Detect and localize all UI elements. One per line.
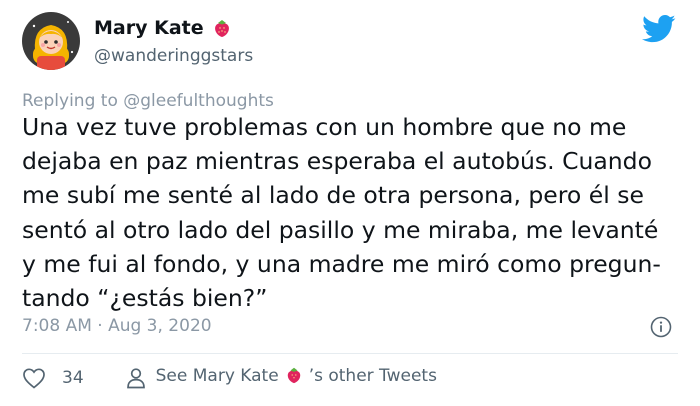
strawberry-icon [214, 20, 229, 37]
see-more-suffix: ’s other Tweets [308, 366, 437, 386]
tweet-line: Una vez tuve problemas con un hombre que… [22, 113, 627, 141]
reply-handle-link[interactable]: @gleefulthoughts [123, 91, 274, 111]
heart-icon [23, 367, 45, 389]
tweet-actions: 34 See Mary Kate ’s other Tweets [22, 366, 437, 389]
tweet-text: Una vez tuve problemas con un hombre que… [22, 110, 682, 315]
like-count: 34 [62, 367, 84, 388]
author-display-name: Mary Kate [94, 17, 204, 39]
avatar[interactable] [22, 12, 80, 70]
tweet-line: y me fui al fondo, y una madre me miró c… [22, 249, 661, 278]
reply-prefix: Replying to [22, 91, 124, 111]
tweet-line: tando “¿estás bien?” [22, 284, 268, 313]
see-more-prefix: See Mary Kate [155, 366, 279, 386]
author-name[interactable]: Mary Kate [94, 17, 232, 39]
avatar-illustration [22, 12, 80, 70]
person-icon [126, 367, 145, 388]
strawberry-icon [285, 366, 303, 389]
info-icon[interactable] [650, 316, 672, 338]
see-other-tweets-label: See Mary Kate ’s other Tweets [156, 366, 437, 389]
see-other-tweets-link[interactable]: See Mary Kate ’s other Tweets [126, 366, 437, 389]
reply-context: Replying to @gleefulthoughts [22, 91, 274, 111]
tweet-timestamp[interactable]: 7:08 AM · Aug 3, 2020 [22, 316, 212, 336]
tweet-line: me subí me senté al lado de otra persona… [22, 181, 644, 210]
like-button[interactable]: 34 [22, 367, 84, 389]
divider [22, 353, 678, 354]
twitter-bird-icon[interactable] [642, 14, 676, 44]
author-handle[interactable]: @wanderinggstars [94, 46, 253, 66]
tweet-line: sentó al otro lado del pasillo y me mira… [22, 215, 659, 244]
tweet-line: dejaba en paz mientras esperaba el autob… [22, 147, 652, 176]
